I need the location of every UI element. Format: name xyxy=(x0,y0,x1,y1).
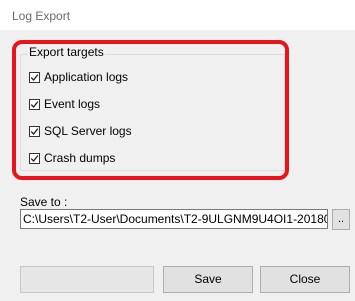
blank-button[interactable] xyxy=(20,266,154,293)
close-button[interactable]: Close xyxy=(260,266,350,293)
save-button[interactable]: Save xyxy=(163,266,253,293)
window-title: Log Export xyxy=(12,9,71,23)
browse-button[interactable]: .. xyxy=(332,209,350,230)
save-to-label: Save to : xyxy=(20,195,68,209)
save-path-input[interactable]: C:\Users\T2-User\Documents\T2-9ULGNM9U4O… xyxy=(20,209,328,229)
highlight-annotation xyxy=(12,40,289,180)
